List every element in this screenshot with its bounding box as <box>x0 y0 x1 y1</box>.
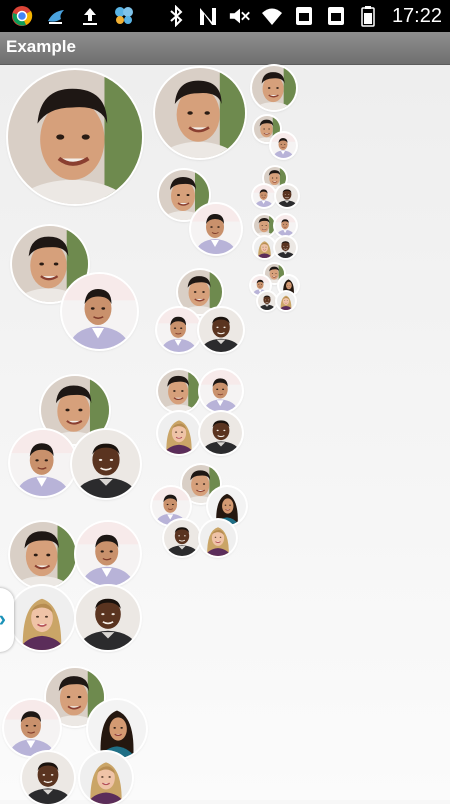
bluetooth-icon <box>164 4 188 28</box>
sim2-icon <box>324 4 348 28</box>
battery-icon <box>356 4 380 28</box>
nfc-icon <box>196 4 220 28</box>
mute-icon <box>228 4 252 28</box>
avatar[interactable] <box>275 237 296 258</box>
avatar[interactable] <box>200 520 236 556</box>
avatar[interactable] <box>88 700 146 758</box>
avatar[interactable] <box>277 292 295 310</box>
status-bar: 17:22 <box>0 0 450 32</box>
avatar[interactable] <box>4 700 60 756</box>
avatar[interactable] <box>158 370 200 412</box>
avatar[interactable] <box>191 204 241 254</box>
sim1-icon <box>292 4 316 28</box>
avatar[interactable] <box>10 586 74 650</box>
avatar[interactable] <box>157 308 201 352</box>
clock: 17:22 <box>391 4 442 27</box>
avatar[interactable] <box>199 308 243 352</box>
avatar[interactable] <box>275 215 296 236</box>
avatar[interactable] <box>208 487 246 525</box>
chrome-icon <box>10 4 34 28</box>
avatar[interactable] <box>155 68 245 158</box>
butterfly-icon <box>112 4 136 28</box>
avatar[interactable] <box>178 270 222 314</box>
avatar[interactable] <box>254 215 275 236</box>
avatar[interactable] <box>271 133 296 158</box>
avatar[interactable] <box>200 370 242 412</box>
page-title: Example <box>6 37 76 56</box>
avatar[interactable] <box>258 292 276 310</box>
avatar[interactable] <box>164 520 200 556</box>
avatar[interactable] <box>10 430 76 496</box>
avatar[interactable] <box>158 412 200 454</box>
avatar[interactable] <box>76 522 140 586</box>
avatar[interactable] <box>276 185 298 207</box>
avatar[interactable] <box>200 412 242 454</box>
chevron-right-icon: › <box>0 606 6 632</box>
action-bar: Example <box>0 32 450 65</box>
avatar[interactable] <box>72 430 140 498</box>
drawer-handle[interactable]: › <box>0 588 14 652</box>
wifi-icon <box>260 4 284 28</box>
avatar[interactable] <box>80 752 132 804</box>
avatar[interactable] <box>62 274 137 349</box>
avatar[interactable] <box>22 752 74 804</box>
avatar[interactable] <box>8 70 142 204</box>
upload-icon <box>78 4 102 28</box>
bird-icon <box>44 4 68 28</box>
avatar[interactable] <box>252 66 296 110</box>
avatar[interactable] <box>253 185 275 207</box>
avatar[interactable] <box>76 586 140 650</box>
avatar[interactable] <box>10 522 76 588</box>
avatar[interactable] <box>254 237 275 258</box>
